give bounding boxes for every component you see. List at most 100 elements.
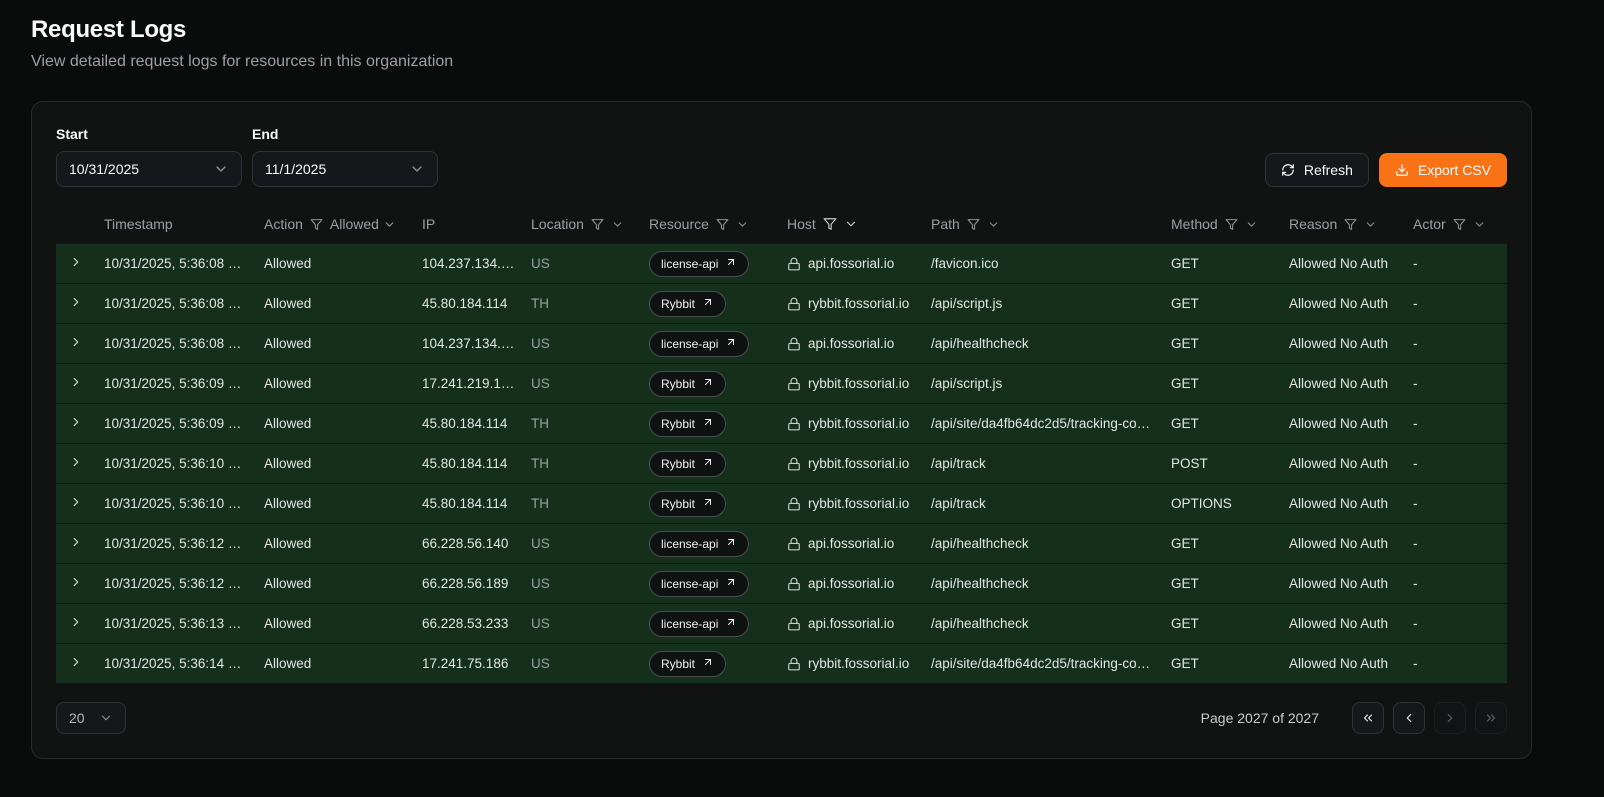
start-date-label: Start bbox=[56, 126, 242, 142]
prev-page-button[interactable] bbox=[1393, 702, 1425, 734]
chevron-down-icon bbox=[1473, 218, 1486, 231]
path-menu-button[interactable] bbox=[987, 218, 1000, 231]
row-path: /api/site/da4fb64dc2d5/tracking-config bbox=[923, 656, 1163, 671]
column-header-location: Location bbox=[523, 216, 641, 232]
row-expand-button[interactable] bbox=[67, 653, 85, 674]
resource-link[interactable]: Rybbit bbox=[649, 491, 726, 517]
reason-filter-button[interactable] bbox=[1344, 218, 1357, 231]
lock-icon bbox=[787, 537, 801, 551]
row-ip: 104.237.134.64 bbox=[414, 256, 523, 271]
resource-link[interactable]: Rybbit bbox=[649, 291, 726, 317]
location-menu-button[interactable] bbox=[611, 218, 624, 231]
start-date-select[interactable]: 10/31/2025 bbox=[56, 151, 242, 187]
column-label-actor: Actor bbox=[1413, 216, 1446, 232]
row-path: /api/site/da4fb64dc2d5/tracking-config bbox=[923, 416, 1163, 431]
row-actor: - bbox=[1405, 296, 1507, 311]
column-header-host: Host bbox=[779, 216, 923, 232]
row-host: rybbit.fossorial.io bbox=[779, 376, 923, 391]
location-filter-button[interactable] bbox=[591, 218, 604, 231]
start-date-field: Start 10/31/2025 bbox=[56, 126, 242, 187]
host-menu-button[interactable] bbox=[844, 217, 858, 231]
resource-link[interactable]: Rybbit bbox=[649, 371, 726, 397]
row-expand-button[interactable] bbox=[67, 453, 85, 474]
table-row[interactable]: 10/31/2025, 5:36:08 PMAllowed104.237.134… bbox=[56, 324, 1507, 364]
row-ip: 45.80.184.114 bbox=[414, 296, 523, 311]
row-timestamp: 10/31/2025, 5:36:09 PM bbox=[96, 376, 256, 391]
external-link-icon bbox=[725, 616, 737, 631]
row-reason: Allowed No Auth bbox=[1281, 416, 1405, 431]
host-name: rybbit.fossorial.io bbox=[808, 296, 909, 311]
host-name: rybbit.fossorial.io bbox=[808, 656, 909, 671]
host-filter-button[interactable] bbox=[823, 217, 837, 231]
row-ip: 66.228.56.189 bbox=[414, 576, 523, 591]
chevron-down-icon bbox=[99, 711, 113, 725]
refresh-button[interactable]: Refresh bbox=[1265, 153, 1369, 187]
chevron-right-icon bbox=[69, 255, 83, 272]
resource-link[interactable]: Rybbit bbox=[649, 651, 726, 677]
resource-link[interactable]: license-api bbox=[649, 571, 749, 597]
lock-icon bbox=[787, 497, 801, 511]
actor-menu-button[interactable] bbox=[1473, 218, 1486, 231]
table-row[interactable]: 10/31/2025, 5:36:12 PMAllowed66.228.56.1… bbox=[56, 564, 1507, 604]
export-csv-button[interactable]: Export CSV bbox=[1379, 153, 1507, 187]
resource-link[interactable]: Rybbit bbox=[649, 411, 726, 437]
row-method: OPTIONS bbox=[1163, 496, 1281, 511]
first-page-button[interactable] bbox=[1352, 702, 1384, 734]
row-expand-button[interactable] bbox=[67, 333, 85, 354]
action-filter-button[interactable] bbox=[310, 218, 323, 231]
page-size-select[interactable]: 20 bbox=[56, 702, 126, 734]
actor-filter-button[interactable] bbox=[1453, 218, 1466, 231]
path-filter-button[interactable] bbox=[967, 218, 980, 231]
resource-link[interactable]: license-api bbox=[649, 331, 749, 357]
row-host: rybbit.fossorial.io bbox=[779, 416, 923, 431]
table-row[interactable]: 10/31/2025, 5:36:09 PMAllowed45.80.184.1… bbox=[56, 404, 1507, 444]
row-expand-button[interactable] bbox=[67, 373, 85, 394]
resource-menu-button[interactable] bbox=[736, 218, 749, 231]
row-expand-button[interactable] bbox=[67, 293, 85, 314]
funnel-icon bbox=[1344, 218, 1357, 231]
row-location: TH bbox=[523, 496, 641, 511]
row-expand-button[interactable] bbox=[67, 413, 85, 434]
row-expand-button[interactable] bbox=[67, 533, 85, 554]
refresh-icon bbox=[1281, 163, 1295, 177]
row-action: Allowed bbox=[256, 656, 414, 671]
chevron-right-icon bbox=[69, 655, 83, 672]
row-actor: - bbox=[1405, 496, 1507, 511]
resource-link[interactable]: license-api bbox=[649, 611, 749, 637]
row-host: api.fossorial.io bbox=[779, 256, 923, 271]
row-action: Allowed bbox=[256, 616, 414, 631]
row-method: GET bbox=[1163, 416, 1281, 431]
resource-filter-button[interactable] bbox=[716, 218, 729, 231]
row-host: rybbit.fossorial.io bbox=[779, 496, 923, 511]
row-expand-button[interactable] bbox=[67, 493, 85, 514]
method-menu-button[interactable] bbox=[1245, 218, 1258, 231]
table-row[interactable]: 10/31/2025, 5:36:08 PMAllowed104.237.134… bbox=[56, 244, 1507, 284]
row-method: GET bbox=[1163, 576, 1281, 591]
table-footer: 20 Page 2027 of 2027 bbox=[56, 702, 1507, 734]
table-body: 10/31/2025, 5:36:08 PM Allowed 104.237.134… bbox=[56, 243, 1507, 684]
table-row[interactable]: 10/31/2025, 5:36:13 PMAllowed66.228.53.2… bbox=[56, 604, 1507, 644]
method-filter-button[interactable] bbox=[1225, 218, 1238, 231]
row-timestamp: 10/31/2025, 5:36:08 PM bbox=[96, 256, 256, 271]
action-filter-value[interactable]: Allowed bbox=[330, 216, 396, 232]
end-date-select[interactable]: 11/1/2025 bbox=[252, 151, 438, 187]
resource-link[interactable]: Rybbit bbox=[649, 451, 726, 477]
row-expand-button[interactable] bbox=[67, 573, 85, 594]
table-row[interactable]: 10/31/2025, 5:36:09 PMAllowed17.241.219.… bbox=[56, 364, 1507, 404]
last-page-button[interactable] bbox=[1475, 702, 1507, 734]
resource-link[interactable]: license-api bbox=[649, 251, 749, 277]
row-actor: - bbox=[1405, 336, 1507, 351]
row-expand-button[interactable] bbox=[67, 253, 85, 274]
table-row[interactable]: 10/31/2025, 5:36:12 PMAllowed66.228.56.1… bbox=[56, 524, 1507, 564]
row-host: api.fossorial.io bbox=[779, 536, 923, 551]
table-row[interactable]: 10/31/2025, 5:36:10 PMAllowed45.80.184.1… bbox=[56, 444, 1507, 484]
row-expand-button[interactable] bbox=[67, 613, 85, 634]
resource-link[interactable]: license-api bbox=[649, 531, 749, 557]
column-header-reason: Reason bbox=[1281, 216, 1405, 232]
funnel-icon bbox=[967, 218, 980, 231]
next-page-button[interactable] bbox=[1434, 702, 1466, 734]
table-row[interactable]: 10/31/2025, 5:36:08 PMAllowed45.80.184.1… bbox=[56, 284, 1507, 324]
reason-menu-button[interactable] bbox=[1364, 218, 1377, 231]
table-row[interactable]: 10/31/2025, 5:36:14 PMAllowed17.241.75.1… bbox=[56, 644, 1507, 684]
table-row[interactable]: 10/31/2025, 5:36:10 PMAllowed45.80.184.1… bbox=[56, 484, 1507, 524]
